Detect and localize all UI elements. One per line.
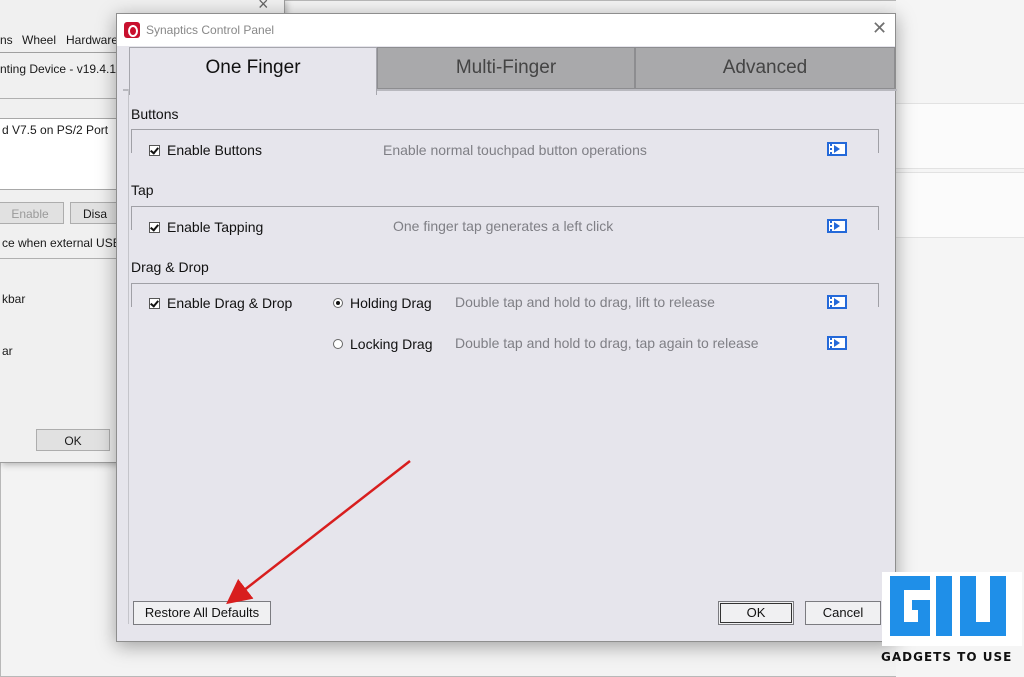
watermark-text: GADGETS TO USE	[881, 650, 1013, 664]
annotation-arrow-icon	[226, 460, 411, 605]
tab-one-finger[interactable]: One Finger	[129, 47, 377, 95]
